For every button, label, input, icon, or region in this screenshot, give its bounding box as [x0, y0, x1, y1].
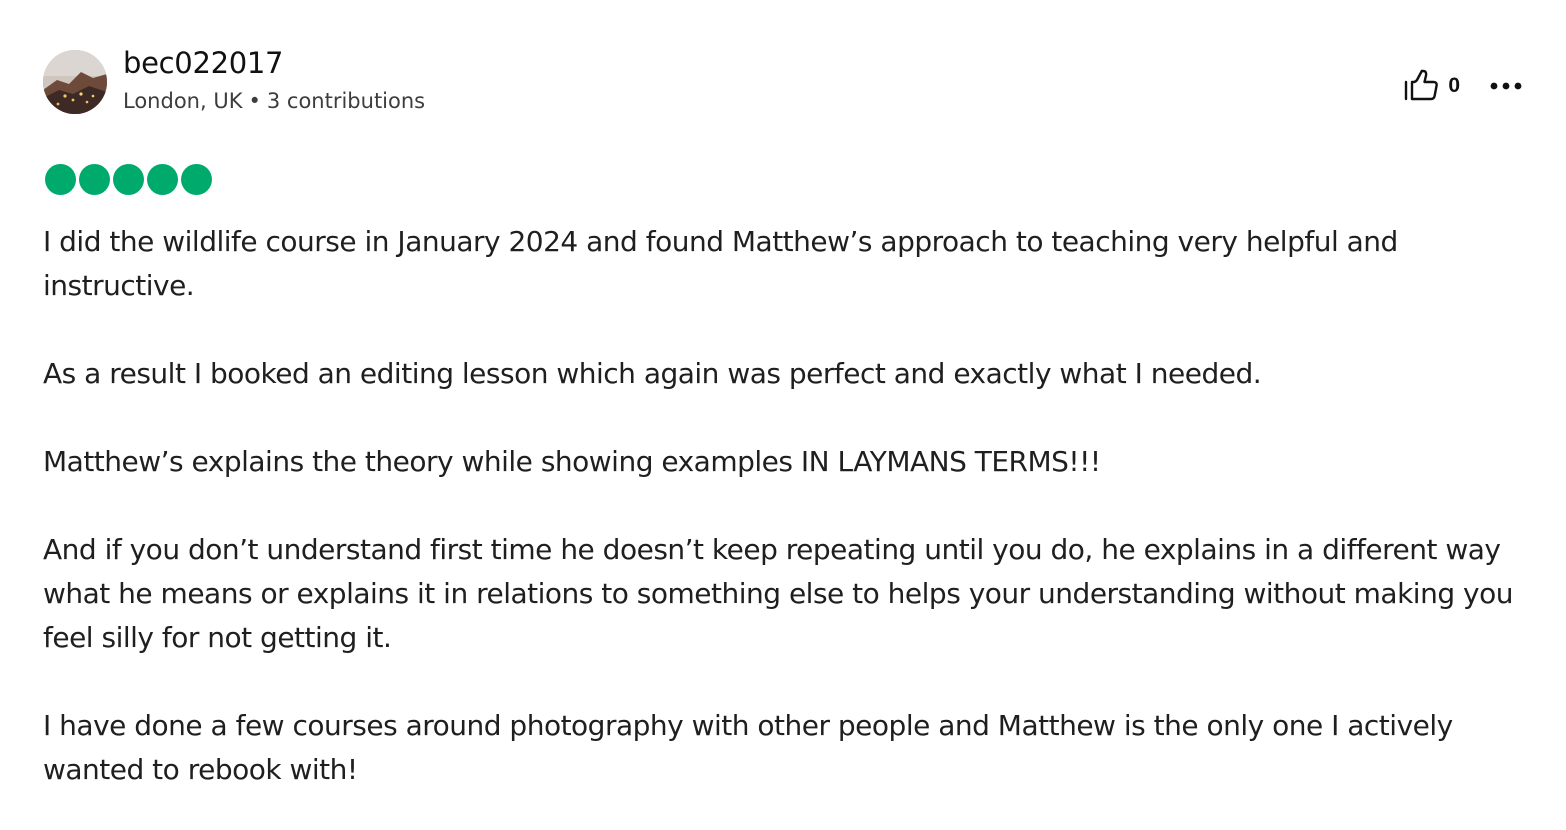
rating-bubble-icon: [79, 164, 110, 195]
review-paragraph: Matthew’s explains the theory while show…: [43, 445, 1101, 478]
review-card: bec022017 London, UK•3 contributions 0: [0, 0, 1566, 830]
more-options-button[interactable]: [1490, 79, 1522, 94]
rating-bubble-icon: [181, 164, 212, 195]
user-meta: London, UK • 3 contributions: [123, 89, 425, 113]
avatar-photo-icon: [43, 50, 107, 114]
user-location: London, UK: [123, 89, 243, 113]
avatar[interactable]: [43, 50, 107, 114]
meta-separator: •: [248, 89, 261, 113]
helpful-vote-button[interactable]: 0: [1404, 69, 1490, 104]
review-text: I did the wildlife course in January 202…: [43, 220, 1528, 792]
more-horizontal-icon: [1490, 79, 1522, 94]
rating-bubble-icon: [45, 164, 76, 195]
thumbs-up-icon: [1404, 69, 1439, 104]
review-paragraph: As a result I booked an editing lesson w…: [43, 357, 1262, 390]
user-contributions: 3 contributions: [266, 89, 426, 113]
user-name[interactable]: bec022017: [123, 46, 284, 80]
helpful-count: 0: [1448, 74, 1460, 97]
rating-bubble-icon: [147, 164, 178, 195]
review-actions: 0: [1404, 64, 1522, 108]
review-paragraph: I have done a few courses around photogr…: [43, 709, 1453, 786]
review-paragraph: I did the wildlife course in January 202…: [43, 225, 1398, 302]
rating-bubble-icon: [113, 164, 144, 195]
bubble-rating: [45, 164, 212, 195]
review-paragraph: And if you don’t understand first time h…: [43, 533, 1513, 654]
